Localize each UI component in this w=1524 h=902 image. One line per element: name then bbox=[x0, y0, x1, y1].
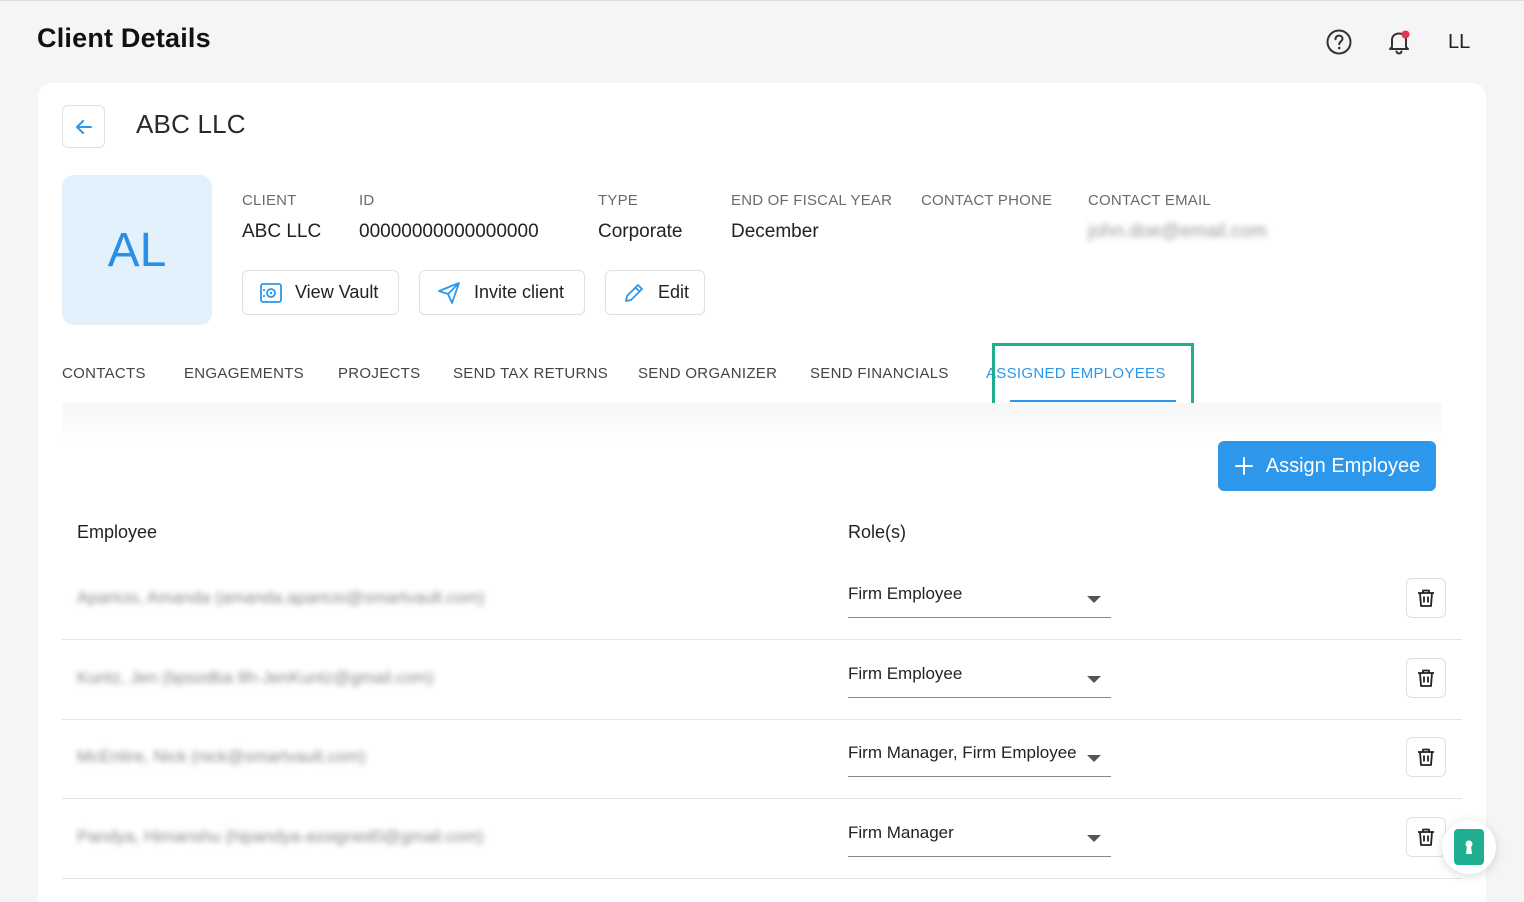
edit-label: Edit bbox=[658, 282, 690, 302]
chevron-down-icon bbox=[1087, 596, 1101, 603]
field-value-id: 00000000000000000 bbox=[359, 221, 539, 242]
vault-icon bbox=[260, 282, 282, 303]
employee-name: Aparicio, Amanda (amanda.aparicio@smartv… bbox=[77, 588, 485, 607]
delete-button[interactable] bbox=[1406, 578, 1446, 618]
chevron-down-icon bbox=[1087, 676, 1101, 683]
client-tabs: CONTACTS ENGAGEMENTS PROJECTS SEND TAX R… bbox=[62, 343, 1442, 413]
tab-send-financials[interactable]: SEND FINANCIALS bbox=[810, 365, 949, 382]
table-row: Kuntz, Jen (bpsodba 8h-JenKuntz@gmail.co… bbox=[62, 640, 1462, 720]
floating-support-button[interactable] bbox=[1442, 820, 1496, 874]
smartvault-icon bbox=[1454, 829, 1484, 865]
table-row: McEntire, Nick (nick@smartvault.com) Fir… bbox=[62, 719, 1462, 799]
trash-icon bbox=[1418, 828, 1434, 846]
employee-name: Pandya, Himanshu (hipandya-assigned0@gma… bbox=[77, 827, 484, 846]
role-select[interactable]: Firm Employee bbox=[848, 658, 1111, 698]
view-vault-button[interactable]: View Vault bbox=[242, 270, 399, 315]
table-row: Aparicio, Amanda (amanda.aparicio@smartv… bbox=[62, 560, 1462, 640]
role-value: Firm Manager, Firm Employee bbox=[848, 743, 1077, 762]
table-row: Pandya, Himanshu (hipandya-assigned0@gma… bbox=[62, 799, 1462, 879]
top-bar: Client Details LL bbox=[0, 1, 1524, 81]
view-vault-label: View Vault bbox=[295, 282, 379, 302]
delete-button[interactable] bbox=[1406, 737, 1446, 777]
invite-client-label: Invite client bbox=[474, 282, 565, 302]
client-name-heading: ABC LLC bbox=[136, 109, 246, 139]
help-circle-icon[interactable] bbox=[1324, 27, 1354, 57]
assign-employee-button[interactable]: Assign Employee bbox=[1218, 441, 1436, 491]
client-avatar: AL bbox=[62, 175, 212, 325]
back-button[interactable] bbox=[62, 105, 105, 148]
chevron-down-icon bbox=[1087, 835, 1101, 842]
tab-projects[interactable]: PROJECTS bbox=[338, 365, 420, 382]
tab-send-organizer[interactable]: SEND ORGANIZER bbox=[638, 365, 777, 382]
bell-icon[interactable] bbox=[1384, 27, 1414, 57]
notification-dot bbox=[1401, 30, 1410, 39]
page-title: Client Details bbox=[37, 23, 211, 53]
field-value-client: ABC LLC bbox=[242, 221, 322, 242]
user-avatar[interactable]: LL bbox=[1448, 31, 1470, 54]
role-value: Firm Manager bbox=[848, 823, 954, 842]
column-header-roles: Role(s) bbox=[848, 522, 907, 542]
field-value-type: Corporate bbox=[598, 221, 683, 242]
trash-icon bbox=[1418, 748, 1434, 766]
plus-icon bbox=[1234, 457, 1253, 475]
send-icon bbox=[438, 281, 460, 304]
role-value: Firm Employee bbox=[848, 584, 963, 603]
tab-engagements[interactable]: ENGAGEMENTS bbox=[184, 365, 304, 382]
column-header-employee: Employee bbox=[77, 522, 158, 542]
chevron-down-icon bbox=[1087, 755, 1101, 762]
assign-employee-label: Assign Employee bbox=[1265, 454, 1421, 477]
field-value-fiscal-year: December bbox=[731, 221, 819, 242]
field-label-client: CLIENT bbox=[242, 192, 297, 209]
field-label-id: ID bbox=[359, 192, 375, 209]
field-label-contact-phone: CONTACT PHONE bbox=[921, 192, 1053, 209]
trash-icon bbox=[1418, 589, 1434, 607]
role-select[interactable]: Firm Manager bbox=[848, 817, 1111, 857]
invite-client-button[interactable]: Invite client bbox=[419, 270, 585, 315]
field-value-contact-email: john.doe@email.com bbox=[1088, 221, 1267, 242]
arrow-left-icon bbox=[75, 119, 92, 134]
field-label-fiscal-year: END OF FISCAL YEAR bbox=[731, 192, 893, 209]
edit-button[interactable]: Edit bbox=[605, 270, 705, 315]
delete-button[interactable] bbox=[1406, 817, 1446, 857]
role-select[interactable]: Firm Employee bbox=[848, 578, 1111, 618]
field-label-contact-email: CONTACT EMAIL bbox=[1088, 192, 1211, 209]
field-label-type: TYPE bbox=[598, 192, 638, 209]
role-value: Firm Employee bbox=[848, 664, 963, 683]
pencil-icon bbox=[625, 283, 643, 302]
delete-button[interactable] bbox=[1406, 658, 1446, 698]
tab-contacts[interactable]: CONTACTS bbox=[62, 365, 146, 382]
employee-name: Kuntz, Jen (bpsodba 8h-JenKuntz@gmail.co… bbox=[77, 668, 434, 687]
role-select[interactable]: Firm Manager, Firm Employee bbox=[848, 737, 1111, 777]
employee-name: McEntire, Nick (nick@smartvault.com) bbox=[77, 747, 366, 766]
tab-send-tax-returns[interactable]: SEND TAX RETURNS bbox=[453, 365, 608, 382]
client-card: ABC LLC AL CLIENT ABC LLC ID 00000000000… bbox=[38, 83, 1486, 902]
tabs-divider bbox=[62, 403, 1442, 443]
trash-icon bbox=[1418, 669, 1434, 687]
